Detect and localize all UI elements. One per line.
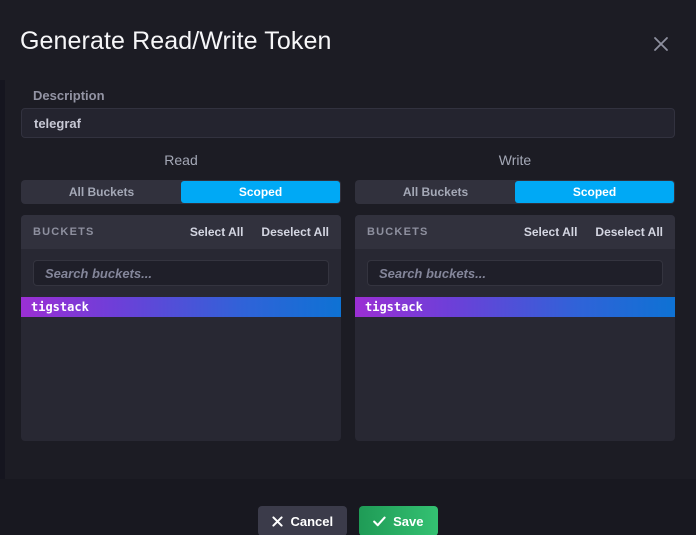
bucket-list-write: tigstack xyxy=(355,297,675,317)
cancel-button-label: Cancel xyxy=(290,513,334,529)
select-all-link-read[interactable]: Select All xyxy=(190,225,244,239)
cancel-button[interactable]: Cancel xyxy=(258,506,348,535)
buckets-panel-write: BUCKETS Select All Deselect All tigstack xyxy=(355,215,675,441)
modal-left-edge xyxy=(0,0,5,535)
bucket-list-item[interactable]: tigstack xyxy=(21,297,341,317)
bucket-list-item[interactable]: tigstack xyxy=(355,297,675,317)
buckets-header-label-write: BUCKETS xyxy=(367,226,429,238)
buckets-header-write: BUCKETS Select All Deselect All xyxy=(355,215,675,249)
permission-column-read: Read All Buckets Scoped BUCKETS Select A… xyxy=(21,150,341,441)
toggle-group-read: All Buckets Scoped xyxy=(21,180,341,204)
toggle-write-all-buckets[interactable]: All Buckets xyxy=(356,181,515,203)
modal-title: Generate Read/Write Token xyxy=(20,27,332,55)
permission-title-read: Read xyxy=(164,152,198,168)
permission-column-write: Write All Buckets Scoped BUCKETS Select … xyxy=(355,150,675,441)
toggle-write-scoped[interactable]: Scoped xyxy=(515,181,674,203)
modal-header: Generate Read/Write Token xyxy=(0,0,696,80)
select-all-link-write[interactable]: Select All xyxy=(524,225,578,239)
toggle-read-scoped[interactable]: Scoped xyxy=(181,181,340,203)
generate-token-modal: Generate Read/Write Token Description Re… xyxy=(0,0,696,535)
description-input[interactable] xyxy=(21,108,675,138)
save-button-label: Save xyxy=(393,513,424,529)
modal-footer: Cancel Save xyxy=(0,479,696,535)
deselect-all-link-write[interactable]: Deselect All xyxy=(595,225,663,239)
toggle-group-write: All Buckets Scoped xyxy=(355,180,675,204)
permission-title-write: Write xyxy=(498,152,532,168)
save-button[interactable]: Save xyxy=(359,506,438,535)
bucket-search-input-write[interactable] xyxy=(367,260,663,286)
deselect-all-link-read[interactable]: Deselect All xyxy=(261,225,329,239)
toggle-read-all-buckets[interactable]: All Buckets xyxy=(22,181,181,203)
check-icon xyxy=(373,516,386,527)
buckets-panel-read: BUCKETS Select All Deselect All tigstack xyxy=(21,215,341,441)
x-icon xyxy=(272,515,284,527)
bucket-search-input-read[interactable] xyxy=(33,260,329,286)
buckets-header-read: BUCKETS Select All Deselect All xyxy=(21,215,341,249)
description-label: Description xyxy=(33,88,105,103)
buckets-header-label-read: BUCKETS xyxy=(33,226,95,238)
bucket-list-read: tigstack xyxy=(21,297,341,317)
close-icon[interactable] xyxy=(648,31,674,57)
